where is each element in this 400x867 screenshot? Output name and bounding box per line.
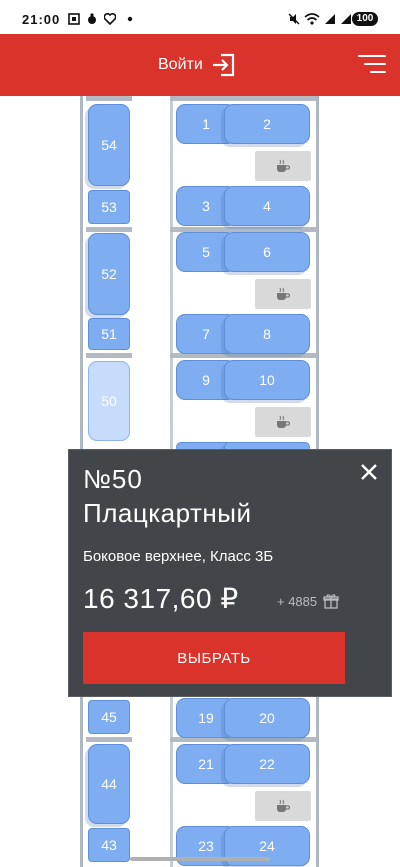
screenshot-icon bbox=[68, 13, 80, 25]
close-icon[interactable] bbox=[357, 460, 381, 484]
gift-icon bbox=[323, 594, 339, 609]
table-icon bbox=[255, 279, 311, 309]
status-time: 21:00 bbox=[22, 12, 61, 27]
seat-53[interactable]: 53 bbox=[88, 190, 130, 224]
seat-20[interactable]: 20 bbox=[224, 698, 310, 738]
table-icon bbox=[255, 407, 311, 437]
signal-icon-2 bbox=[341, 14, 351, 24]
seat-10[interactable]: 10 bbox=[224, 360, 310, 400]
health-icon bbox=[104, 13, 116, 25]
seat-6[interactable]: 6 bbox=[224, 232, 310, 272]
tea-cup-icon bbox=[277, 159, 291, 172]
battery-indicator: 100 bbox=[352, 12, 378, 26]
seat-51[interactable]: 51 bbox=[88, 318, 130, 350]
seat-44[interactable]: 44 bbox=[88, 744, 130, 824]
login-label: Войти bbox=[158, 56, 203, 73]
home-indicator[interactable] bbox=[130, 857, 270, 861]
seat-2[interactable]: 2 bbox=[224, 104, 310, 144]
screen: { "status_bar": { "time": "21:00", "batt… bbox=[0, 0, 400, 867]
seat-52[interactable]: 52 bbox=[88, 233, 130, 315]
login-button[interactable]: Войти bbox=[158, 50, 237, 80]
popup-price: 16 317,60 ₽ bbox=[83, 583, 239, 614]
bonus-value: + 4885 bbox=[277, 593, 318, 609]
menu-line-icon bbox=[358, 55, 386, 57]
compartment-divider bbox=[86, 96, 132, 101]
tea-cup-icon bbox=[277, 415, 291, 428]
menu-line-icon bbox=[364, 63, 386, 65]
signal-icon-1 bbox=[325, 14, 335, 24]
popup-car-type: Плацкартный bbox=[83, 498, 252, 528]
table-icon bbox=[255, 151, 311, 181]
tea-cup-icon bbox=[277, 287, 291, 300]
seat-4[interactable]: 4 bbox=[224, 186, 310, 226]
app-header: Войти bbox=[0, 34, 400, 96]
dot-icon bbox=[127, 16, 133, 22]
seat-50[interactable]: 50 bbox=[88, 361, 130, 441]
seat-details-popup: №50 Плацкартный Боковое верхнее, Класс 3… bbox=[68, 449, 392, 697]
compartment-divider bbox=[86, 353, 132, 358]
compartment-divider bbox=[86, 227, 132, 232]
seat-45[interactable]: 45 bbox=[88, 700, 130, 734]
seat-22[interactable]: 22 bbox=[224, 744, 310, 784]
menu-button[interactable] bbox=[358, 52, 386, 76]
seat-54[interactable]: 54 bbox=[88, 104, 130, 186]
wifi-icon bbox=[304, 13, 320, 25]
menu-line-icon bbox=[370, 71, 386, 73]
compartment-divider bbox=[86, 737, 132, 742]
seat-43[interactable]: 43 bbox=[88, 828, 130, 862]
app-notification-icon bbox=[88, 13, 96, 24]
popup-seat-description: Боковое верхнее, Класс 3Б bbox=[83, 548, 274, 565]
popup-bonus: + 4885 bbox=[277, 593, 339, 609]
compartment-divider bbox=[170, 96, 316, 101]
mute-icon bbox=[288, 13, 300, 25]
status-bar: 21:00 100 bbox=[0, 0, 400, 34]
select-seat-button[interactable]: ВЫБРАТЬ bbox=[83, 632, 345, 684]
login-icon bbox=[212, 53, 234, 77]
tea-cup-icon bbox=[277, 799, 291, 812]
seat-8[interactable]: 8 bbox=[224, 314, 310, 354]
table-icon bbox=[255, 791, 311, 821]
popup-seat-number: №50 bbox=[83, 464, 143, 494]
